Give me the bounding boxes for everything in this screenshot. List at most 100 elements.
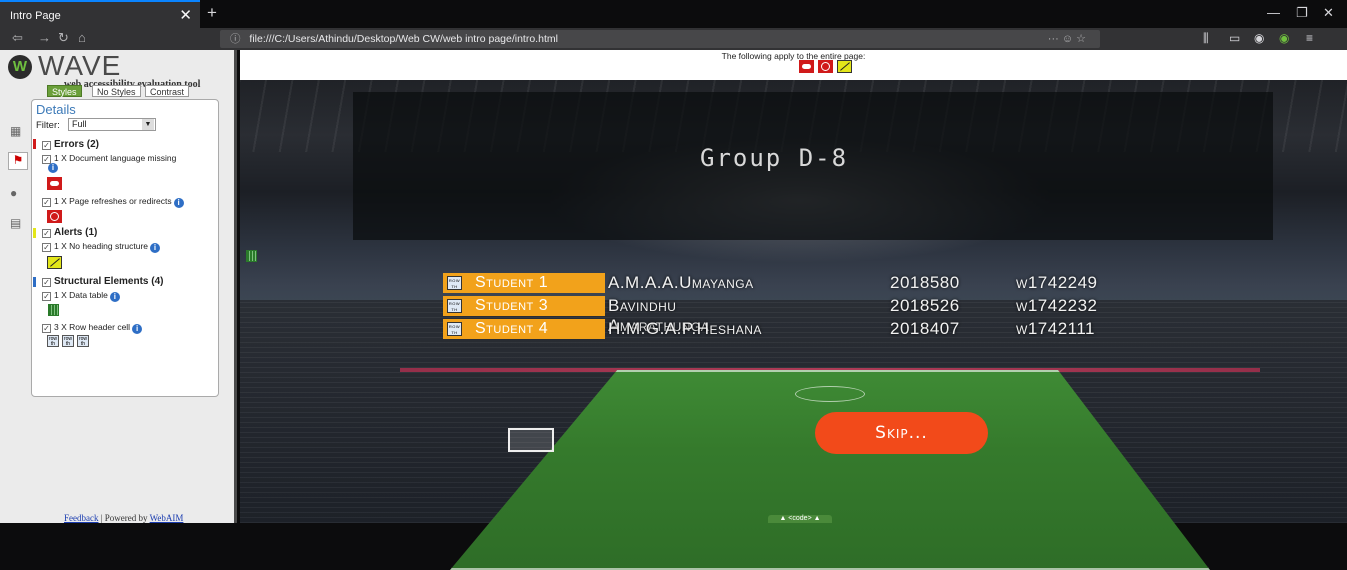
wave-logo: WAVE [38, 50, 122, 81]
alert-heading-checkbox[interactable]: ✓ [42, 243, 51, 252]
wave-footer: Feedback | Powered by WebAIM [64, 513, 183, 523]
view-contrast-button[interactable]: Contrast [145, 85, 190, 97]
tab-close-icon[interactable]: ✕ [179, 2, 192, 30]
page-actions-icon[interactable]: ··· ☺ ☆ [1048, 30, 1086, 48]
summary-icon[interactable]: ▦ [10, 124, 21, 138]
alerts-marker [33, 228, 36, 238]
structure-heading[interactable]: ✓ Structural Elements (4) [42, 276, 163, 287]
skip-button[interactable]: Skip... [815, 412, 988, 454]
page-language-error-icon[interactable] [799, 60, 814, 73]
library-icon[interactable]: ⫼ [1203, 31, 1209, 46]
student-label-text: Student 1 [475, 274, 549, 291]
error-redirect-checkbox[interactable]: ✓ [42, 198, 51, 207]
site-info-icon[interactable]: ⓘ [230, 33, 241, 45]
error-item-language[interactable]: ✓ 1 X Document language missing [42, 153, 176, 164]
details-title: Details [36, 102, 76, 117]
structure-title: Structural Elements (4) [54, 276, 164, 287]
browser-tab[interactable]: Intro Page ✕ [0, 0, 200, 28]
student-label: row th Student 1 [443, 273, 605, 293]
student-name: A.M.A.A.Umayanga [608, 273, 754, 292]
sidebar-toggle-icon[interactable]: ▭ [1229, 31, 1240, 45]
student-id: 2018526 [890, 296, 960, 315]
tab-title: Intro Page [10, 10, 61, 22]
error-language-icon[interactable] [47, 177, 62, 190]
error-redirect-icon[interactable] [47, 210, 62, 223]
url-bar[interactable]: ⓘ file:///C:/Users/Athindu/Desktop/Web C… [220, 30, 1100, 48]
filter-value: Full [72, 119, 87, 129]
student-label: row th Student 3 [443, 296, 605, 316]
alerts-checkbox[interactable]: ✓ [42, 229, 51, 238]
new-tab-button[interactable]: + [207, 3, 217, 23]
data-table-icon[interactable] [48, 304, 59, 316]
apply-text: The following apply to the entire page: [721, 51, 866, 61]
student-id: 2018580 [890, 273, 960, 292]
outline-icon[interactable]: ▤ [10, 216, 21, 230]
row-header-icon[interactable]: row th [447, 299, 462, 313]
wave-page-notice: The following apply to the entire page: [240, 50, 1347, 80]
extension-icon[interactable]: ◉ [1254, 31, 1264, 45]
center-circle [795, 386, 865, 402]
row-header-icon[interactable]: row th [47, 335, 59, 347]
info-icon[interactable]: i [173, 198, 184, 208]
tab-bar: Intro Page ✕ + — ❐ ✕ [0, 0, 1347, 28]
chevron-down-icon: ▼ [142, 119, 154, 130]
page-data-table-icon[interactable] [246, 250, 257, 262]
filter-label: Filter: [36, 120, 60, 131]
student-w-number: w1742232 [1016, 296, 1098, 315]
code-toggle-tab[interactable]: ▲ <code> ▲ [768, 515, 832, 523]
structure-item-table[interactable]: ✓ 1 X Data table i [42, 290, 120, 302]
group-title: Group D-8 [700, 144, 849, 172]
structure-rowheader-checkbox[interactable]: ✓ [42, 324, 51, 333]
page-heading-alert-icon[interactable] [837, 60, 852, 73]
info-icon[interactable]: i [150, 243, 161, 253]
error-redirect-label: 1 X Page refreshes or redirects [54, 196, 172, 206]
home-icon[interactable]: ⌂ [78, 30, 86, 45]
wave-extension-icon[interactable]: ◉ [1279, 31, 1289, 45]
restore-icon[interactable]: ❐ [1296, 5, 1308, 21]
filter-select[interactable]: Full ▼ [68, 118, 156, 131]
alerts-title: Alerts (1) [54, 227, 98, 238]
view-styles-button[interactable]: Styles [47, 85, 82, 97]
minimize-icon[interactable]: — [1267, 5, 1280, 20]
student-label: row th Student 4 [443, 319, 605, 339]
back-icon[interactable]: ⇦ [12, 30, 23, 46]
alert-item-heading[interactable]: ✓ 1 X No heading structure i [42, 241, 161, 253]
goal-post [508, 428, 554, 452]
errors-title: Errors (2) [54, 139, 100, 150]
structure-rowheader-label: 3 X Row header cell [54, 322, 131, 332]
structure-item-rowheader[interactable]: ✓ 3 X Row header cell i [42, 322, 143, 334]
info-icon[interactable]: i [48, 163, 58, 173]
alert-heading-icon[interactable] [47, 256, 62, 269]
info-icon[interactable]: i [109, 292, 120, 302]
webaim-link[interactable]: WebAIM [150, 513, 184, 523]
info-icon[interactable]: i [132, 324, 143, 334]
footer-separator: | Powered by [98, 513, 150, 523]
structure-checkbox[interactable]: ✓ [42, 278, 51, 287]
view-no-styles-button[interactable]: No Styles [92, 85, 141, 97]
page-redirect-error-icon[interactable] [818, 60, 833, 73]
row-header-icon[interactable]: row th [447, 322, 462, 336]
row-header-icon[interactable]: row th [62, 335, 74, 347]
close-window-icon[interactable]: ✕ [1323, 5, 1334, 21]
row-header-icon[interactable]: row th [447, 276, 462, 290]
alerts-heading[interactable]: ✓ Alerts (1) [42, 227, 97, 238]
errors-heading[interactable]: ✓ Errors (2) [42, 139, 99, 150]
student-id: 2018407 [890, 319, 960, 338]
reload-icon[interactable]: ↻ [58, 30, 69, 46]
details-flag-icon[interactable]: ⚑ [8, 152, 28, 170]
errors-checkbox[interactable]: ✓ [42, 141, 51, 150]
wave-logo-icon: W [8, 55, 32, 79]
student-w-number: w1742249 [1016, 273, 1098, 292]
feedback-link[interactable]: Feedback [64, 513, 98, 523]
structure-table-label: 1 X Data table [54, 290, 108, 300]
row-header-icon[interactable]: row th [77, 335, 89, 347]
errors-marker [33, 139, 36, 149]
student-label-text: Student 3 [475, 297, 549, 314]
url-text: file:///C:/Users/Athindu/Desktop/Web CW/… [249, 33, 558, 45]
error-item-redirect[interactable]: ✓ 1 X Page refreshes or redirects i [42, 196, 184, 208]
forward-icon[interactable]: → [38, 30, 51, 45]
structure-table-checkbox[interactable]: ✓ [42, 292, 51, 301]
menu-icon[interactable]: ≡ [1306, 31, 1313, 45]
navigation-bar: ⇦ → ↻ ⌂ ⓘ file:///C:/Users/Athindu/Deskt… [0, 28, 1347, 50]
documentation-icon[interactable]: ● [10, 186, 17, 200]
